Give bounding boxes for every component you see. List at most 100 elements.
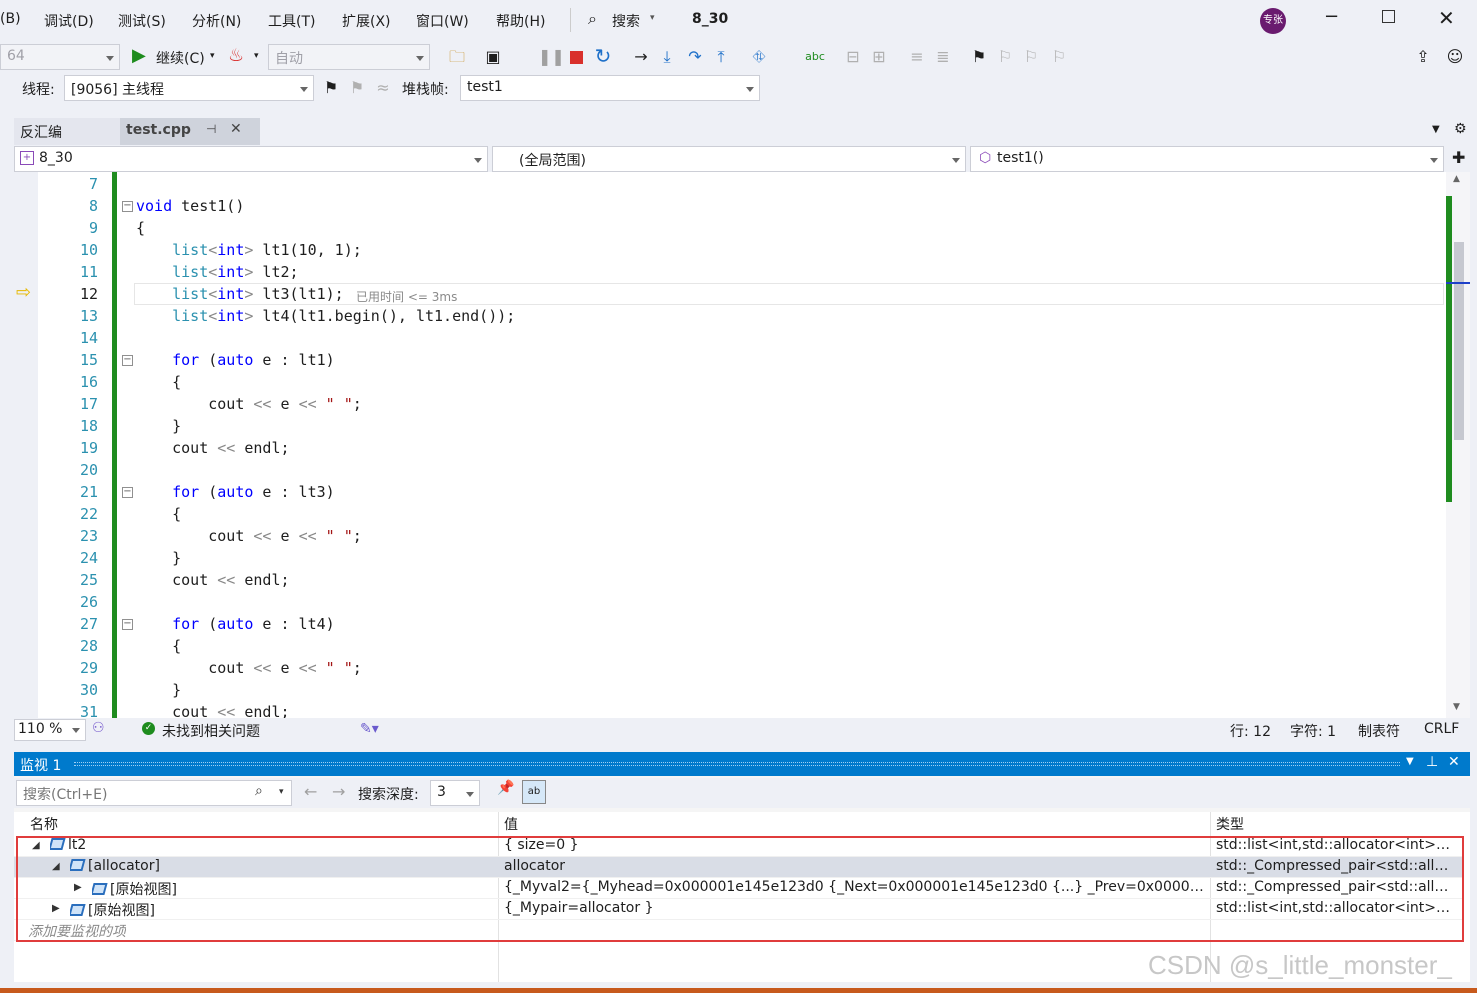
pin-panel-icon[interactable]: ⊥ — [1426, 754, 1438, 770]
hot-reload-icon[interactable]: ♨ — [228, 45, 244, 66]
menu-build[interactable]: (B) — [0, 11, 21, 27]
code-editor[interactable]: ⇨ 7 8 9 10 11 12 13 14 15 16 17 18 19 20 21 22 23 24 25 26 2… — [14, 172, 1446, 718]
show-next-statement-icon[interactable]: → — [630, 47, 652, 67]
tab-test-cpp[interactable]: test.cpp ⊣ ✕ — [120, 118, 260, 145]
watch-title-bar[interactable]: 监视 1 ▼ ⊥ ✕ — [14, 752, 1470, 776]
column-header-value[interactable]: 值 — [498, 812, 524, 834]
outdent-icon[interactable]: ≡ — [906, 47, 928, 67]
close-tab-icon[interactable]: ✕ — [230, 121, 242, 137]
search-button[interactable]: 搜索 — [612, 11, 640, 31]
restart-icon[interactable]: ↻ — [592, 46, 614, 66]
split-window-icon[interactable]: ✚ — [1452, 148, 1465, 167]
column-header-name[interactable]: 名称 — [24, 812, 64, 834]
thread-dropdown[interactable]: [9056] 主线程 — [64, 75, 314, 101]
search-depth-dropdown[interactable]: 3 — [430, 780, 480, 806]
tab-disassembly[interactable]: 反汇编 — [14, 118, 120, 145]
indent-icon[interactable]: ≣ — [932, 47, 954, 67]
flag-threads-icon[interactable]: ⚑ — [346, 78, 368, 98]
continue-dropdown-icon[interactable]: ▾ — [210, 51, 215, 61]
char-indicator[interactable]: 字符: 1 — [1290, 721, 1336, 741]
uncomment-icon[interactable]: ⊞ — [868, 47, 890, 67]
stop-icon[interactable] — [570, 51, 583, 64]
fold-toggle[interactable]: − — [122, 355, 133, 366]
intellicode-icon[interactable]: ⚇ — [92, 720, 105, 736]
member-dropdown[interactable]: ⬡ test1() — [970, 146, 1444, 172]
search-prev-icon[interactable]: ← — [304, 782, 317, 801]
settings-gear-icon[interactable]: ⚙ — [1454, 121, 1467, 137]
scrollbar-thumb[interactable] — [1454, 242, 1464, 440]
platform-dropdown[interactable]: 64 — [0, 44, 120, 70]
auto-dropdown[interactable]: 自动 — [268, 44, 430, 70]
collapse-arrow-icon[interactable]: ◢ — [52, 861, 60, 872]
indicator-margin[interactable] — [14, 172, 38, 718]
watch-row[interactable]: ◢ [allocator] allocator std::_Compressed… — [14, 857, 1464, 878]
project-dropdown[interactable]: + 8_30 — [14, 146, 488, 172]
minimize-button[interactable]: − — [1324, 6, 1339, 27]
close-panel-icon[interactable]: ✕ — [1448, 754, 1460, 770]
pause-icon[interactable]: ❚❚ — [538, 47, 565, 67]
fold-toggle[interactable]: − — [122, 201, 133, 212]
comment-icon[interactable]: ⊟ — [842, 47, 864, 67]
avatar[interactable]: 专张 — [1260, 8, 1286, 34]
window-layout-icon[interactable]: ▣ — [482, 47, 504, 67]
step-over-icon[interactable]: ↷ — [684, 47, 706, 67]
expand-arrow-icon[interactable]: ▶ — [52, 903, 60, 914]
issues-status[interactable]: 未找到相关问题 — [162, 721, 260, 741]
fold-toggle[interactable]: − — [122, 487, 133, 498]
show-threads-icon[interactable]: ≈ — [372, 78, 394, 98]
continue-button[interactable]: 继续(C) — [156, 48, 205, 68]
column-header-type[interactable]: 类型 — [1210, 812, 1250, 834]
step-out-icon[interactable]: ⤒ — [710, 47, 732, 67]
code-cleanup-icon[interactable]: ✎▾ — [360, 721, 379, 737]
diagnostic-icon[interactable]: ⛗ — [748, 47, 770, 67]
pin-source-icon[interactable]: 📌 — [494, 780, 518, 804]
scroll-up-icon[interactable]: ▲ — [1453, 174, 1460, 184]
menu-tools[interactable]: 工具(T) — [268, 11, 315, 31]
panel-menu-icon[interactable]: ▼ — [1406, 756, 1414, 767]
zoom-dropdown[interactable]: 110 % — [14, 719, 86, 741]
menu-extensions[interactable]: 扩展(X) — [342, 11, 391, 31]
menu-debug[interactable]: 调试(D) — [44, 11, 94, 31]
change-tracking-bar — [112, 172, 117, 718]
watch-row[interactable]: ◢ lt2 { size=0 } std::list<int,std::allo… — [14, 836, 1464, 857]
search-icon[interactable]: ⌕ — [588, 9, 597, 29]
feedback-icon[interactable]: ☺ — [1444, 47, 1466, 67]
collapse-arrow-icon[interactable]: ◢ — [32, 840, 40, 851]
menu-analyze[interactable]: 分析(N) — [192, 11, 241, 31]
watch-row[interactable]: ▶ [原始视图] {_Mypair=allocator } std::list<… — [14, 899, 1464, 920]
search-icon[interactable]: ⌕ — [255, 783, 263, 799]
restore-button[interactable] — [1382, 10, 1395, 23]
menu-test[interactable]: 测试(S) — [118, 11, 166, 31]
tabs-indicator[interactable]: 制表符 — [1358, 721, 1400, 741]
spellcheck-icon[interactable]: abc — [804, 47, 826, 67]
live-share-icon[interactable]: ⇪ — [1412, 47, 1434, 67]
expand-arrow-icon[interactable]: ▶ — [74, 882, 82, 893]
folder-icon[interactable]: 🗀 — [446, 47, 468, 67]
menu-help[interactable]: 帮助(H) — [496, 11, 545, 31]
hot-reload-dropdown-icon[interactable]: ▾ — [254, 51, 259, 61]
flag-icon[interactable]: ⚑ — [320, 78, 342, 98]
watch-row[interactable]: ▶ [原始视图] {_Myval2={_Myhead=0x000001e145e… — [14, 878, 1464, 899]
eol-indicator[interactable]: CRLF — [1424, 721, 1459, 737]
line-indicator[interactable]: 行: 12 — [1230, 721, 1271, 741]
search-next-icon[interactable]: → — [332, 782, 345, 801]
debug-location-toolbar: 线程: [9056] 主线程 ⚑ ⚑ ≈ 堆栈帧: test1 — [0, 72, 1477, 104]
watch-search-input[interactable]: 搜索(Ctrl+E) ⌕ ▾ — [16, 780, 292, 806]
bookmark-icon[interactable]: ⚑ — [968, 47, 990, 67]
close-window-button[interactable]: ✕ — [1438, 6, 1455, 30]
tab-list-dropdown-icon[interactable]: ▼ — [1432, 124, 1440, 135]
search-options-icon[interactable]: ▾ — [279, 787, 284, 797]
add-watch-row[interactable]: 添加要监视的项 — [14, 920, 1464, 941]
menu-window[interactable]: 窗口(W) — [416, 11, 469, 31]
editor-vertical-scrollbar[interactable]: ▲ ▼ — [1446, 172, 1470, 718]
step-into-icon[interactable]: ⤓ — [656, 47, 678, 67]
clear-bookmarks-icon[interactable]: ⚐ — [1048, 47, 1070, 67]
pin-tab-icon[interactable]: ⊣ — [206, 122, 216, 136]
hex-display-icon[interactable]: ab — [522, 780, 546, 804]
stackframe-dropdown[interactable]: test1 — [460, 75, 760, 101]
fold-toggle[interactable]: − — [122, 619, 133, 630]
scope-dropdown[interactable]: (全局范围) — [492, 146, 966, 172]
scroll-down-icon[interactable]: ▼ — [1453, 702, 1460, 712]
prev-bookmark-icon[interactable]: ⚐ — [994, 47, 1016, 67]
next-bookmark-icon[interactable]: ⚐ — [1020, 47, 1042, 67]
